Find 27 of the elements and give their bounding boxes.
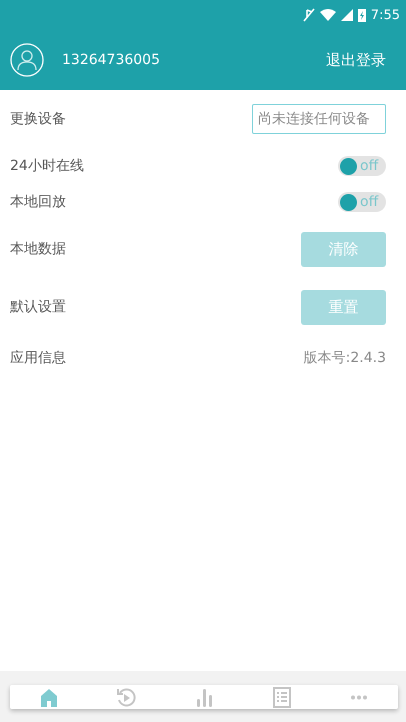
- toggle-switch[interactable]: off: [338, 156, 386, 176]
- status-time: 7:55: [370, 8, 400, 22]
- battery-icon: [358, 8, 366, 22]
- setting-label: 更换设备: [10, 110, 66, 128]
- logout-button[interactable]: 退出登录: [326, 50, 386, 70]
- nav-tab[interactable]: [116, 686, 136, 708]
- device-field[interactable]: 尚未连接任何设备: [252, 104, 386, 134]
- replay-icon: [116, 686, 136, 708]
- action-button[interactable]: 重置: [301, 290, 386, 324]
- version-text: 版本号:2.4.3: [304, 349, 386, 367]
- nav-tab[interactable]: [349, 694, 370, 700]
- setting-label: 本地回放: [10, 193, 66, 211]
- setting-label: 24小时在线: [10, 157, 84, 175]
- mute-icon: [302, 8, 315, 22]
- more-icon: [349, 694, 370, 700]
- setting-label: 默认设置: [10, 298, 66, 316]
- action-button[interactable]: 清除: [301, 232, 386, 266]
- nav-tab[interactable]: [272, 686, 292, 708]
- nav-tab[interactable]: [38, 686, 59, 708]
- setting-label: 本地数据: [10, 240, 66, 258]
- setting-label: 应用信息: [10, 349, 66, 367]
- wifi-icon: [320, 9, 336, 21]
- toggle-switch[interactable]: off: [338, 192, 386, 212]
- signal-icon: [340, 9, 353, 21]
- phone-number: 13264736005: [62, 52, 161, 68]
- avatar-icon: [10, 43, 44, 77]
- list-icon: [272, 686, 292, 708]
